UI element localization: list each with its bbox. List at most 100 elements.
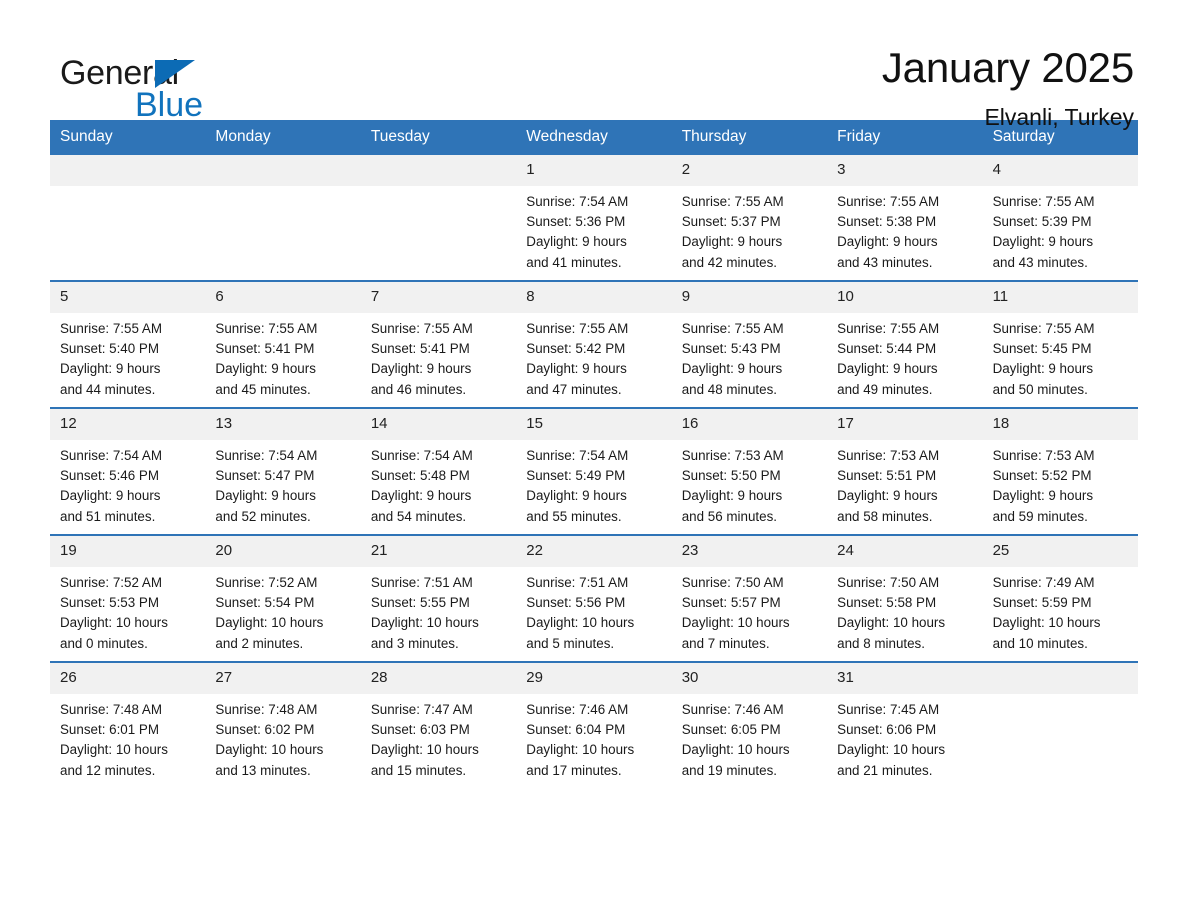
calendar-day-cell[interactable]: 27 Sunrise: 7:48 AM Sunset: 6:02 PM Dayligh… [205,663,361,781]
page-title: January 2025 [881,44,1134,91]
weekday-header-tuesday: Tuesday [370,128,430,145]
day-info-line: Daylight: 10 hours [370,615,479,631]
day-sun-info: Sunrise: 7:55 AM Sunset: 5:43 PM Daylight:… [672,313,827,400]
calendar-day-cell[interactable]: 16 Sunrise: 7:53 AM Sunset: 5:50 PM Dayligh… [671,409,828,527]
calendar-day-cell[interactable]: 6 Sunrise: 7:55 AM Sunset: 5:41 PM Daylight… [205,282,361,400]
weekday-header-saturday: Saturday [992,128,1055,145]
calendar-day-cell[interactable]: 5 Sunrise: 7:55 AM Sunset: 5:40 PM Daylight… [50,282,206,400]
day-info-line: Sunrise: 7:51 AM [526,575,629,590]
calendar-day-cell[interactable]: 10 Sunrise: 7:55 AM Sunset: 5:44 PM Dayligh… [827,282,983,400]
calendar-day-cell[interactable]: 19 Sunrise: 7:52 AM Sunset: 5:53 PM Dayligh… [50,536,206,654]
day-number: 5 [50,282,206,313]
day-number: 2 [671,155,828,186]
day-info-line: Sunrise: 7:49 AM [992,575,1095,590]
day-number: 4 [982,155,1138,186]
calendar-day-cell[interactable]: 30 Sunrise: 7:46 AM Sunset: 6:05 PM Dayligh… [671,663,828,781]
calendar-day-cell[interactable]: 21 Sunrise: 7:51 AM Sunset: 5:55 PM Dayligh… [360,536,517,654]
calendar-week-row: 1 Sunrise: 7:54 AM Sunset: 5:36 PM Daylight… [50,155,1138,273]
calendar-day-cell[interactable]: 17 Sunrise: 7:53 AM Sunset: 5:51 PM Dayligh… [827,409,983,527]
month-calendar: Sunday Monday Tuesday Wednesday Thursday Frid… [50,120,1138,781]
day-info-line: Sunrise: 7:52 AM [60,575,162,590]
day-info-line: Sunrise: 7:48 AM [215,702,318,717]
day-info-line: Daylight: 10 hours [681,742,790,758]
calendar-day-cell[interactable]: 2 Sunrise: 7:55 AM Sunset: 5:37 PM Daylight… [671,155,828,273]
calendar-day-cell-empty [982,663,1138,781]
calendar-day-cell[interactable]: 1 Sunrise: 7:54 AM Sunset: 5:36 PM Daylight… [516,155,672,273]
day-info-line: Daylight: 10 hours [837,615,946,631]
day-sun-info: Sunrise: 7:47 AM Sunset: 6:03 PM Daylight:… [361,694,516,781]
calendar-day-cell[interactable]: 23 Sunrise: 7:50 AM Sunset: 5:57 PM Dayligh… [671,536,828,654]
day-sun-info: Sunrise: 7:54 AM Sunset: 5:48 PM Daylight:… [361,440,516,527]
day-info-line: Sunset: 5:38 PM [837,214,937,230]
day-info-line: Sunset: 5:40 PM [60,341,159,357]
calendar-day-cell[interactable]: 7 Sunrise: 7:55 AM Sunset: 5:41 PM Daylight… [360,282,517,400]
day-number [360,155,517,186]
day-number: 25 [982,536,1138,567]
day-sun-info: Sunrise: 7:53 AM Sunset: 5:51 PM Daylight:… [827,440,982,527]
day-info-line: Daylight: 10 hours [992,615,1101,631]
day-info-line: Sunrise: 7:48 AM [60,702,162,717]
calendar-day-cell[interactable]: 4 Sunrise: 7:55 AM Sunset: 5:39 PM Daylight… [982,155,1138,273]
calendar-day-cell[interactable]: 22 Sunrise: 7:51 AM Sunset: 5:56 PM Dayligh… [516,536,672,654]
day-sun-info: Sunrise: 7:45 AM Sunset: 6:06 PM Daylight:… [827,694,982,781]
day-number: 9 [671,282,828,313]
day-info-line: and 3 minutes. [370,635,459,651]
calendar-day-cell[interactable]: 18 Sunrise: 7:53 AM Sunset: 5:52 PM Dayligh… [982,409,1138,527]
day-info-line: Sunset: 5:55 PM [370,595,470,611]
day-info-line: and 10 minutes. [992,635,1088,651]
day-info-line: Sunrise: 7:53 AM [992,448,1095,463]
day-info-line: and 41 minutes. [526,254,622,270]
day-info-line: Sunset: 5:41 PM [215,341,315,357]
calendar-day-cell[interactable]: 29 Sunrise: 7:46 AM Sunset: 6:04 PM Dayligh… [516,663,672,781]
calendar-day-cell[interactable]: 26 Sunrise: 7:48 AM Sunset: 6:01 PM Dayligh… [50,663,206,781]
calendar-day-cell[interactable]: 28 Sunrise: 7:47 AM Sunset: 6:03 PM Dayligh… [360,663,517,781]
day-number: 12 [50,409,206,440]
day-sun-info: Sunrise: 7:54 AM Sunset: 5:47 PM Daylight:… [205,440,360,527]
day-number [50,155,206,186]
day-info-line: Daylight: 10 hours [681,615,790,631]
calendar-day-cell[interactable]: 3 Sunrise: 7:55 AM Sunset: 5:38 PM Daylight… [827,155,983,273]
day-info-line: Sunrise: 7:54 AM [215,448,318,463]
calendar-day-cell[interactable]: 13 Sunrise: 7:54 AM Sunset: 5:47 PM Dayligh… [205,409,361,527]
calendar-day-cell[interactable]: 14 Sunrise: 7:54 AM Sunset: 5:48 PM Dayligh… [360,409,517,527]
day-info-line: Sunrise: 7:50 AM [681,575,784,590]
day-info-line: and 50 minutes. [992,381,1088,397]
calendar-day-cell-empty [205,155,361,273]
calendar-weeks: 1 Sunrise: 7:54 AM Sunset: 5:36 PM Daylight… [50,155,1138,781]
day-sun-info: Sunrise: 7:55 AM Sunset: 5:40 PM Daylight:… [50,313,205,400]
day-sun-info: Sunrise: 7:55 AM Sunset: 5:41 PM Daylight:… [361,313,516,400]
day-info-line: Daylight: 9 hours [837,234,938,250]
day-info-line: Daylight: 9 hours [215,361,316,377]
day-info-line: Sunset: 5:57 PM [681,595,781,611]
day-number: 7 [360,282,517,313]
calendar-day-cell[interactable]: 9 Sunrise: 7:55 AM Sunset: 5:43 PM Daylight… [671,282,828,400]
calendar-day-cell[interactable]: 20 Sunrise: 7:52 AM Sunset: 5:54 PM Dayligh… [205,536,361,654]
day-info-line: Sunset: 5:50 PM [681,468,781,484]
calendar-day-cell[interactable]: 25 Sunrise: 7:49 AM Sunset: 5:59 PM Dayligh… [982,536,1138,654]
day-info-line: and 56 minutes. [681,508,777,524]
day-info-line: Sunrise: 7:46 AM [526,702,629,717]
day-info-line: Sunset: 5:39 PM [992,214,1092,230]
day-info-line: Sunset: 5:42 PM [526,341,626,357]
calendar-day-cell[interactable]: 11 Sunrise: 7:55 AM Sunset: 5:45 PM Dayligh… [982,282,1138,400]
day-info-line: and 12 minutes. [60,762,156,778]
day-sun-info: Sunrise: 7:55 AM Sunset: 5:41 PM Daylight:… [205,313,360,400]
calendar-day-cell[interactable]: 24 Sunrise: 7:50 AM Sunset: 5:58 PM Dayligh… [827,536,983,654]
day-info-line: Sunset: 5:47 PM [215,468,315,484]
day-sun-info: Sunrise: 7:55 AM Sunset: 5:45 PM Daylight:… [983,313,1138,400]
day-sun-info: Sunrise: 7:53 AM Sunset: 5:50 PM Daylight:… [672,440,827,527]
day-sun-info: Sunrise: 7:52 AM Sunset: 5:54 PM Daylight:… [205,567,360,654]
calendar-day-cell[interactable]: 12 Sunrise: 7:54 AM Sunset: 5:46 PM Dayligh… [50,409,206,527]
day-info-line: Sunrise: 7:50 AM [837,575,940,590]
calendar-day-cell[interactable]: 15 Sunrise: 7:54 AM Sunset: 5:49 PM Dayligh… [516,409,672,527]
calendar-day-cell[interactable]: 31 Sunrise: 7:45 AM Sunset: 6:06 PM Dayligh… [827,663,983,781]
day-sun-info: Sunrise: 7:50 AM Sunset: 5:57 PM Daylight:… [672,567,827,654]
day-info-line: and 17 minutes. [526,762,622,778]
day-number: 29 [516,663,672,694]
day-info-line: Sunset: 5:37 PM [681,214,781,230]
day-sun-info [205,186,360,192]
weekday-header-wednesday: Wednesday [526,128,608,145]
day-info-line: Sunrise: 7:55 AM [215,321,318,336]
calendar-day-cell[interactable]: 8 Sunrise: 7:55 AM Sunset: 5:42 PM Daylight… [516,282,672,400]
day-info-line: Sunrise: 7:55 AM [60,321,162,336]
